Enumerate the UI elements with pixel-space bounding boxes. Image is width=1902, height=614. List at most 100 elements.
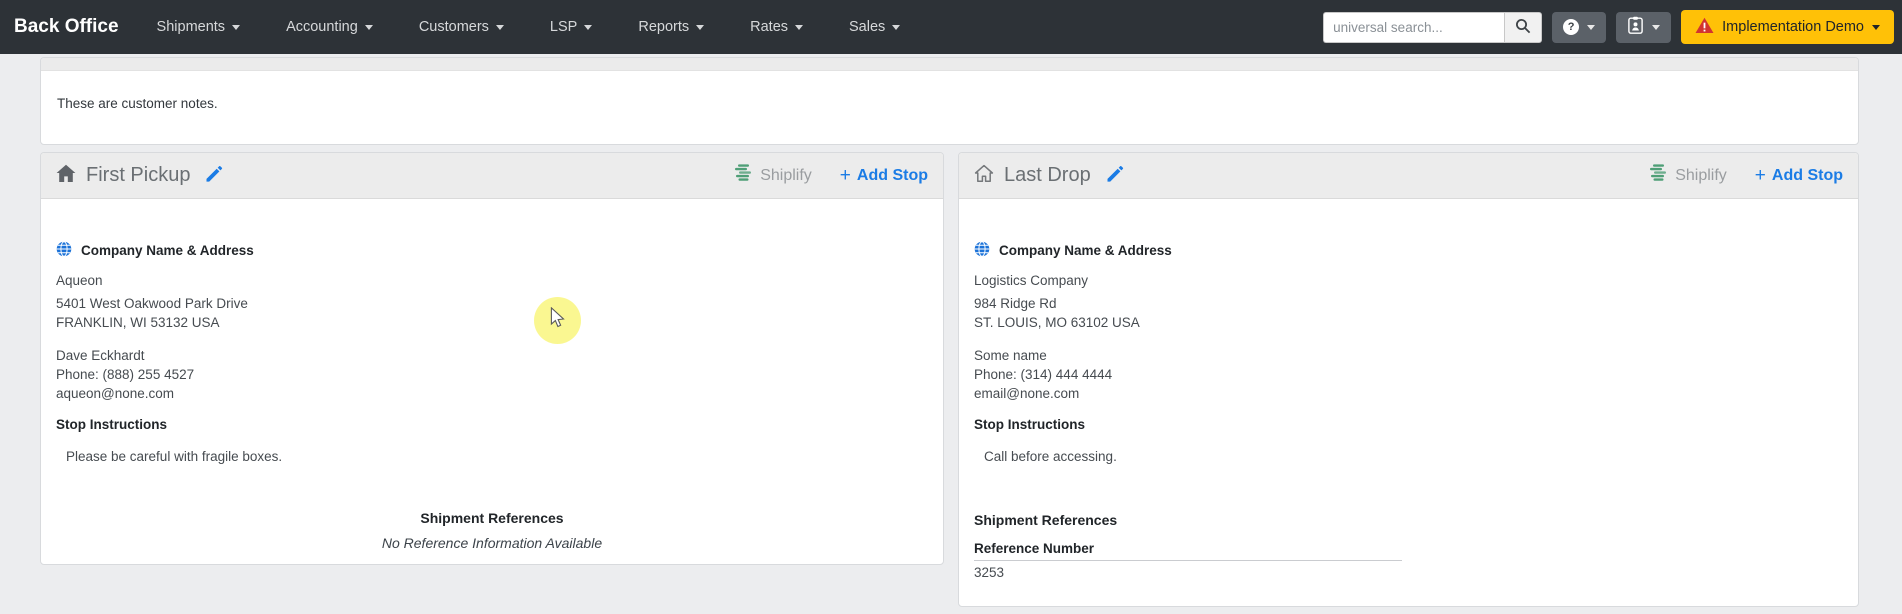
nav-menu-lsp[interactable]: LSP <box>549 19 593 35</box>
contact-email: aqueon@none.com <box>56 386 175 401</box>
edit-stop-button[interactable] <box>1105 164 1125 187</box>
customer-notes-card: These are customer notes. <box>40 57 1859 145</box>
nav-menu-label: Rates <box>750 19 789 35</box>
chevron-down-icon <box>696 24 705 30</box>
app-brand: Back Office <box>14 16 119 37</box>
customer-notes-text: These are customer notes. <box>57 96 218 111</box>
first-pickup-body: Company Name & Address Aqueon 5401 West … <box>41 199 943 564</box>
chevron-down-icon <box>795 24 804 30</box>
add-stop-label: Add Stop <box>856 166 928 184</box>
add-stop-button[interactable]: + Add Stop <box>1755 166 1843 185</box>
implementation-demo-button[interactable]: Implementation Demo <box>1681 10 1894 44</box>
nav-menu-customers[interactable]: Customers <box>419 19 504 35</box>
chevron-down-icon <box>1872 24 1880 30</box>
plus-icon: + <box>839 165 851 186</box>
nav-menu-reports[interactable]: Reports <box>638 19 705 35</box>
contact-phone: Phone: (888) 255 4527 <box>56 367 195 382</box>
address-section-heading: Company Name & Address <box>974 241 1843 260</box>
shiplify-label: Shiplify <box>760 166 812 184</box>
nav-menu-label: Customers <box>418 19 489 35</box>
reference-number-value: 3253 <box>974 565 1005 580</box>
chevron-down-icon <box>1587 24 1596 30</box>
edit-stop-button[interactable] <box>204 164 224 187</box>
address-line-2: ST. LOUIS, MO 63102 USA <box>974 315 1140 330</box>
user-badge-menu-button[interactable] <box>1616 11 1672 43</box>
shipment-references-section: Shipment References No Reference Informa… <box>56 510 928 551</box>
chevron-down-icon <box>232 24 241 30</box>
id-badge-icon <box>1627 15 1644 39</box>
chevron-down-icon <box>584 24 593 30</box>
chevron-down-icon <box>892 24 901 30</box>
address-heading-label: Company Name & Address <box>999 243 1172 258</box>
contact-block: Some name Phone: (314) 444 4444 email@no… <box>974 346 1843 403</box>
stop-instructions-text: Call before accessing. <box>984 449 1117 464</box>
search-button[interactable] <box>1504 11 1543 43</box>
shiplify-link[interactable]: Shiplify <box>1648 163 1727 188</box>
warning-triangle-icon <box>1695 17 1714 38</box>
last-drop-panel: Last Drop Shiplify + Add Stop Company Na… <box>958 152 1859 607</box>
shiplify-label: Shiplify <box>1675 166 1727 184</box>
panel-header-actions: Shiplify + Add Stop <box>1648 163 1843 188</box>
reference-number-column-header: Reference Number <box>974 541 1402 561</box>
nav-menu-label: LSP <box>549 19 578 35</box>
home-outline-icon <box>974 164 994 188</box>
top-navbar: Back Office Shipments Accounting Custome… <box>0 0 1902 54</box>
question-circle-icon: ? <box>1563 19 1580 35</box>
shiplify-logo-icon <box>1648 163 1668 188</box>
help-menu-button[interactable]: ? <box>1552 11 1607 43</box>
notes-card-header-sliver <box>41 58 1858 71</box>
first-pickup-header: First Pickup Shiplify + Add Stop <box>41 153 943 199</box>
globe-icon <box>56 241 72 260</box>
nav-menu-label: Reports <box>638 19 690 35</box>
search-input[interactable] <box>1323 11 1505 43</box>
address-line-2: FRANKLIN, WI 53132 USA <box>56 315 220 330</box>
nav-menu-accounting[interactable]: Accounting <box>286 19 373 35</box>
contact-block: Dave Eckhardt Phone: (888) 255 4527 aque… <box>56 346 928 403</box>
address-block: Aqueon 5401 West Oakwood Park Drive FRAN… <box>56 271 928 332</box>
shiplify-logo-icon <box>733 163 753 188</box>
pencil-icon <box>1105 164 1125 187</box>
company-name: Logistics Company <box>974 273 1089 288</box>
contact-name: Some name <box>974 348 1047 363</box>
address-line-1: 984 Ridge Rd <box>974 296 1057 311</box>
chevron-down-icon <box>495 24 504 30</box>
pencil-icon <box>204 164 224 187</box>
nav-menu-label: Accounting <box>286 19 358 35</box>
nav-menus: Shipments Accounting Customers LSP Repor… <box>157 19 901 35</box>
address-block: Logistics Company 984 Ridge Rd ST. LOUIS… <box>974 271 1843 332</box>
nav-menu-rates[interactable]: Rates <box>750 19 804 35</box>
contact-phone: Phone: (314) 444 4444 <box>974 367 1113 382</box>
search-icon <box>1515 18 1531 37</box>
references-heading: Shipment References <box>974 512 1118 528</box>
stop-instructions-text: Please be careful with fragile boxes. <box>66 449 283 464</box>
globe-icon <box>974 241 990 260</box>
nav-menu-label: Shipments <box>156 19 226 35</box>
contact-email: email@none.com <box>974 386 1080 401</box>
references-empty-message: No Reference Information Available <box>381 535 603 551</box>
panel-title-group: Last Drop <box>974 164 1125 188</box>
chevron-down-icon <box>1652 24 1661 30</box>
panel-title-group: First Pickup <box>56 164 224 188</box>
last-drop-header: Last Drop Shiplify + Add Stop <box>959 153 1858 199</box>
panel-header-actions: Shiplify + Add Stop <box>733 163 928 188</box>
add-stop-label: Add Stop <box>1771 166 1843 184</box>
stop-instructions-heading: Stop Instructions <box>56 417 167 432</box>
add-stop-button[interactable]: + Add Stop <box>840 166 928 185</box>
company-name: Aqueon <box>56 273 103 288</box>
address-section-heading: Company Name & Address <box>56 241 928 260</box>
nav-menu-shipments[interactable]: Shipments <box>157 19 241 35</box>
chevron-down-icon <box>364 24 373 30</box>
nav-menu-sales[interactable]: Sales <box>849 19 901 35</box>
stop-instructions-heading: Stop Instructions <box>974 417 1085 432</box>
nav-menu-label: Sales <box>849 19 886 35</box>
first-pickup-panel: First Pickup Shiplify + Add Stop Company… <box>40 152 944 565</box>
back-office-screen: Back Office Shipments Accounting Custome… <box>0 0 1902 614</box>
navbar-right-tools: ? Implementation Demo <box>1323 0 1894 54</box>
last-drop-body: Company Name & Address Logistics Company… <box>959 199 1858 595</box>
plus-icon: + <box>1754 165 1766 186</box>
shipment-references-section: Shipment References Reference Number 325… <box>974 512 1843 580</box>
address-line-1: 5401 West Oakwood Park Drive <box>56 296 248 311</box>
panel-title: First Pickup <box>86 164 191 186</box>
shiplify-link[interactable]: Shiplify <box>733 163 812 188</box>
home-filled-icon <box>56 164 76 188</box>
